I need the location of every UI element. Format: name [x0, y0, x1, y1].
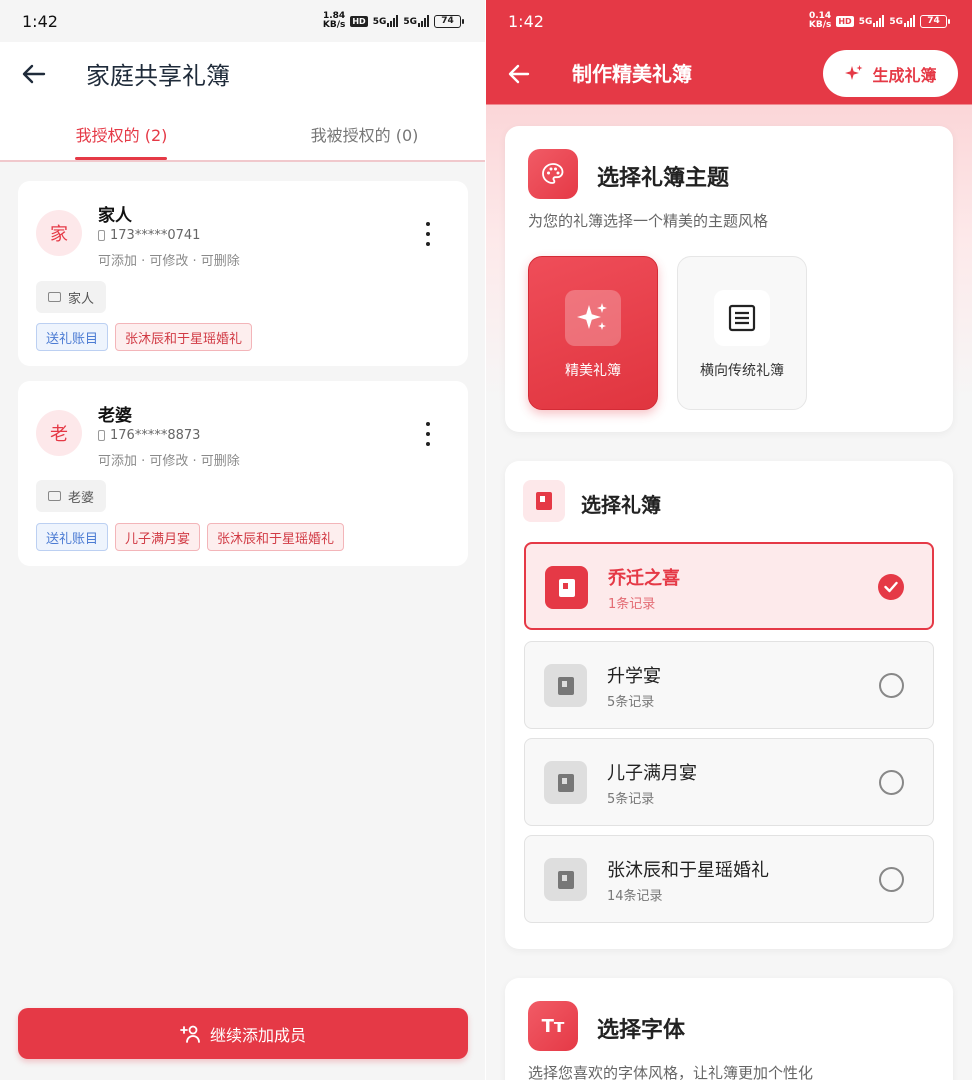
- battery-icon: 74: [920, 14, 950, 28]
- tag: 送礼账目: [36, 323, 109, 351]
- more-vertical-icon[interactable]: [418, 422, 438, 446]
- signal-icon: 5G: [859, 15, 885, 27]
- book-count: 5条记录: [607, 792, 655, 807]
- signal-icon-2: 5G: [889, 15, 915, 27]
- palette-icon: [528, 149, 578, 199]
- status-bar: 1:42 0.14 KB/s HD 5G 5G 74: [486, 0, 972, 42]
- generate-book-button[interactable]: 生成礼簿: [823, 50, 958, 97]
- book-name: 张沐辰和于星瑶婚礼: [607, 860, 769, 881]
- theme-option-fancy[interactable]: 精美礼簿: [528, 256, 658, 410]
- add-member-button[interactable]: 继续添加成员: [18, 1008, 468, 1059]
- book-section: 选择礼簿 乔迁之喜 1条记录 升学宴 5条记录 儿子满月宴 5条记录 张沐辰和于…: [505, 461, 953, 949]
- back-arrow-icon[interactable]: [22, 64, 46, 84]
- tag-list: 送礼账目 儿子满月宴 张沐辰和于星瑶婚礼: [36, 523, 345, 551]
- book-item[interactable]: 张沐辰和于星瑶婚礼 14条记录: [524, 835, 934, 923]
- network-speed: 1.84 KB/s: [322, 11, 346, 30]
- member-card[interactable]: 家 家人 173*****0741 可添加 · 可修改 · 可删除 家人 送礼账…: [18, 181, 468, 366]
- book-item-selected[interactable]: 乔迁之喜 1条记录: [524, 542, 934, 630]
- theme-section: 选择礼簿主题 为您的礼簿选择一个精美的主题风格 精美礼簿 横向传统礼簿: [505, 126, 953, 432]
- tag: 张沐辰和于星瑶婚礼: [115, 323, 253, 351]
- page-title: 制作精美礼簿: [572, 62, 692, 86]
- sparkle-icon: [845, 64, 863, 80]
- tag: 儿子满月宴: [115, 523, 201, 551]
- battery-icon: 74: [434, 14, 464, 28]
- add-user-icon: [180, 1025, 200, 1043]
- document-icon: [714, 290, 770, 346]
- folder-icon: [48, 292, 61, 302]
- book-count: 14条记录: [607, 889, 663, 904]
- signal-icon: 5G: [373, 15, 399, 27]
- member-name: 家人: [98, 206, 132, 226]
- member-name: 老婆: [98, 406, 132, 426]
- tab-received[interactable]: 我被授权的 (0): [243, 122, 486, 146]
- book-name: 儿子满月宴: [607, 763, 697, 784]
- book-name: 升学宴: [607, 666, 661, 687]
- more-vertical-icon[interactable]: [418, 222, 438, 246]
- left-screen: 1:42 1.84 KB/s HD 5G 5G 74 家庭共享礼簿 我授权的 (…: [0, 0, 486, 1080]
- section-title: 选择礼簿: [581, 493, 661, 517]
- avatar: 家: [36, 210, 82, 256]
- status-time: 1:42: [22, 11, 58, 31]
- radio-button[interactable]: [879, 770, 904, 795]
- group-chip: 老婆: [36, 480, 107, 512]
- phone-icon: [98, 430, 105, 441]
- radio-button[interactable]: [879, 673, 904, 698]
- radio-button[interactable]: [879, 867, 904, 892]
- tag-list: 送礼账目 张沐辰和于星瑶婚礼: [36, 323, 253, 351]
- book-count: 5条记录: [607, 695, 655, 710]
- back-arrow-icon[interactable]: [508, 64, 530, 84]
- status-time: 1:42: [508, 11, 544, 31]
- tag: 张沐辰和于星瑶婚礼: [207, 523, 345, 551]
- book-name: 乔迁之喜: [608, 568, 680, 589]
- header: 家庭共享礼簿 我授权的 (2) 我被授权的 (0): [0, 42, 486, 162]
- member-phone: 173*****0741: [98, 228, 200, 243]
- member-card[interactable]: 老 老婆 176*****8873 可添加 · 可修改 · 可删除 老婆 送礼账…: [18, 381, 468, 566]
- book-count: 1条记录: [608, 597, 656, 612]
- check-circle-icon[interactable]: [878, 574, 904, 600]
- folder-icon: [48, 491, 61, 501]
- font-section: Tт 选择字体 选择您喜欢的字体风格，让礼簿更加个性化: [505, 978, 953, 1080]
- phone-icon: [98, 230, 105, 241]
- book-icon: [544, 761, 587, 804]
- book-item[interactable]: 升学宴 5条记录: [524, 641, 934, 729]
- member-permissions: 可添加 · 可修改 · 可删除: [98, 454, 240, 469]
- text-font-icon: Tт: [528, 1001, 578, 1051]
- group-chip: 家人: [36, 281, 107, 313]
- signal-icon-2: 5G: [403, 15, 429, 27]
- avatar: 老: [36, 410, 82, 456]
- page-title: 家庭共享礼簿: [86, 62, 230, 90]
- network-speed: 0.14 KB/s: [808, 11, 832, 30]
- member-permissions: 可添加 · 可修改 · 可删除: [98, 254, 240, 269]
- section-title: 选择字体: [597, 1018, 686, 1043]
- book-icon: [544, 664, 587, 707]
- section-subtitle: 选择您喜欢的字体风格，让礼簿更加个性化: [528, 1064, 814, 1080]
- member-phone: 176*****8873: [98, 428, 200, 443]
- right-screen: 1:42 0.14 KB/s HD 5G 5G 74 制作精美礼簿 生成礼簿 选…: [486, 0, 972, 1080]
- hd-icon: HD: [836, 15, 854, 27]
- theme-option-traditional[interactable]: 横向传统礼簿: [677, 256, 807, 410]
- sparkle-icon: [565, 290, 621, 346]
- book-icon: [545, 566, 588, 609]
- hd-icon: HD: [350, 15, 368, 27]
- book-icon: [544, 858, 587, 901]
- tab-granted[interactable]: 我授权的 (2): [0, 122, 243, 146]
- status-bar: 1:42 1.84 KB/s HD 5G 5G 74: [0, 0, 486, 42]
- section-subtitle: 为您的礼簿选择一个精美的主题风格: [528, 212, 769, 230]
- tag: 送礼账目: [36, 523, 109, 551]
- section-title: 选择礼簿主题: [597, 166, 730, 191]
- book-icon: [523, 480, 565, 522]
- book-item[interactable]: 儿子满月宴 5条记录: [524, 738, 934, 826]
- tab-divider: [0, 160, 486, 162]
